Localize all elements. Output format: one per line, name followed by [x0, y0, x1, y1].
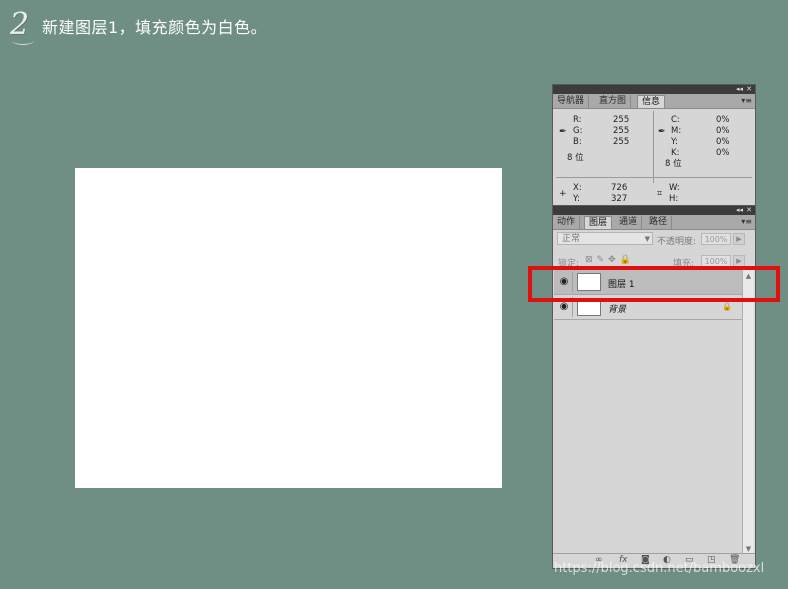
selection-icon: ⌗: [657, 189, 663, 199]
m-label: M:: [671, 126, 682, 136]
g-label: G:: [573, 126, 583, 136]
tab-paths[interactable]: 路径: [645, 216, 673, 229]
opacity-label: 不透明度:: [657, 237, 697, 247]
layer-list: ◉ 图层 1 ◉ 背景 🔒: [554, 269, 744, 555]
close-icon[interactable]: ✕: [746, 85, 752, 94]
eyedropper-icon: ✒: [658, 127, 666, 137]
g-value: 255: [613, 126, 630, 136]
info-panel: ◂◂ ✕ 导航器 直方图 信息 ▾≡ R: 255 ✒ G: 255 B: 25…: [552, 84, 756, 208]
tab-info[interactable]: 信息: [637, 95, 666, 108]
tab-channels[interactable]: 通道: [615, 216, 643, 229]
layers-panel-tabs: 动作 图层 通道 路径 ▾≡: [553, 215, 755, 230]
info-readout: R: 255 ✒ G: 255 B: 255 8 位 C: 0% ✒ M: 0%…: [553, 109, 755, 209]
info-divider-horizontal: [556, 177, 752, 178]
h-label: H:: [669, 194, 679, 204]
lock-options-icons[interactable]: ⊠✎✥🔒: [585, 255, 635, 265]
k-label: K:: [671, 148, 680, 158]
layers-panel: ◂◂ ✕ 动作 图层 通道 路径 ▾≡ 正常 ▼ 不透明度: 100% ▶ 锁定…: [552, 205, 756, 569]
w-label: W:: [669, 183, 680, 193]
blend-mode-select[interactable]: 正常 ▼: [557, 232, 653, 245]
eyedropper-icon: ✒: [559, 127, 567, 137]
opacity-slider-arrow-icon[interactable]: ▶: [733, 233, 745, 245]
y-value: 0%: [716, 137, 730, 147]
y-coord-value: 327: [611, 194, 628, 204]
tab-histogram[interactable]: 直方图: [595, 95, 632, 108]
lock-icon: 🔒: [722, 302, 732, 311]
watermark: https://blog.csdn.net/bamboozxl: [554, 561, 765, 576]
tab-layers[interactable]: 图层: [584, 216, 613, 229]
chevron-down-icon: ▼: [644, 235, 650, 243]
crosshair-icon: +: [559, 189, 567, 199]
layers-scrollbar[interactable]: ▲ ▼: [742, 269, 754, 554]
tab-actions[interactable]: 动作: [553, 216, 581, 229]
info-panel-tabs: 导航器 直方图 信息 ▾≡: [553, 94, 755, 109]
c-value: 0%: [716, 115, 730, 125]
x-value: 726: [611, 183, 628, 193]
y-label: Y:: [671, 137, 678, 147]
m-value: 0%: [716, 126, 730, 136]
opacity-field[interactable]: 100%: [701, 233, 731, 245]
panel-menu-icon[interactable]: ▾≡: [741, 217, 752, 226]
y-coord-label: Y:: [573, 194, 580, 204]
k-value: 0%: [716, 148, 730, 158]
layer-name: 背景: [608, 305, 627, 315]
info-divider-vertical: [653, 111, 654, 183]
highlight-box: [528, 266, 780, 302]
collapse-icon[interactable]: ◂◂: [736, 206, 743, 215]
step-number: 2: [10, 10, 36, 45]
r-value: 255: [613, 115, 630, 125]
c-label: C:: [671, 115, 680, 125]
step-title: 新建图层1，填充颜色为白色。: [42, 18, 268, 37]
bit-depth-left: 8 位: [567, 153, 584, 163]
collapse-icon[interactable]: ◂◂: [736, 85, 743, 94]
info-panel-titlebar[interactable]: ◂◂ ✕: [553, 85, 755, 94]
x-label: X:: [573, 183, 582, 193]
b-label: B:: [573, 137, 582, 147]
tab-navigator[interactable]: 导航器: [553, 95, 590, 108]
step-number-underline: [12, 36, 34, 45]
b-value: 255: [613, 137, 630, 147]
r-label: R:: [573, 115, 582, 125]
bit-depth-right: 8 位: [665, 159, 682, 169]
document-canvas[interactable]: [75, 168, 502, 488]
close-icon[interactable]: ✕: [746, 206, 752, 215]
panel-menu-icon[interactable]: ▾≡: [741, 96, 752, 105]
layers-panel-titlebar[interactable]: ◂◂ ✕: [553, 206, 755, 215]
